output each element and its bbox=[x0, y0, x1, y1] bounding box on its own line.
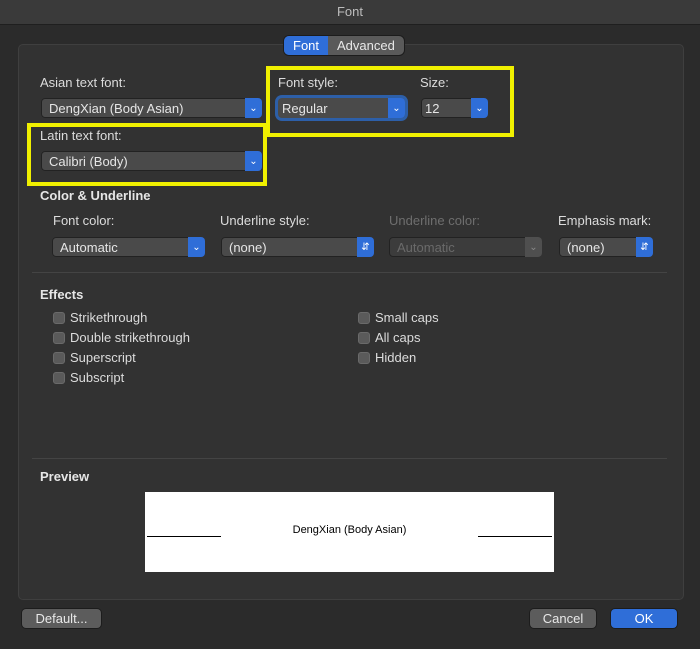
preview-heading: Preview bbox=[40, 469, 90, 484]
checkbox-box bbox=[358, 311, 370, 324]
color-underline-heading: Color & Underline bbox=[40, 188, 151, 203]
small-caps-label: Small caps bbox=[375, 310, 439, 325]
superscript-label: Superscript bbox=[70, 350, 136, 365]
asian-font-value: DengXian (Body Asian) bbox=[49, 101, 184, 116]
subscript-checkbox[interactable]: Subscript bbox=[53, 370, 124, 385]
divider bbox=[32, 458, 667, 459]
double-strikethrough-checkbox[interactable]: Double strikethrough bbox=[53, 330, 190, 345]
preview-baseline-left bbox=[147, 536, 221, 537]
font-color-label: Font color: bbox=[53, 213, 115, 228]
ok-button[interactable]: OK bbox=[611, 609, 677, 628]
hidden-checkbox[interactable]: Hidden bbox=[358, 350, 416, 365]
superscript-checkbox[interactable]: Superscript bbox=[53, 350, 136, 365]
all-caps-checkbox[interactable]: All caps bbox=[358, 330, 421, 345]
font-color-value: Automatic bbox=[60, 240, 118, 255]
divider bbox=[32, 272, 667, 273]
tab-bar: Font Advanced bbox=[284, 36, 404, 55]
checkbox-box bbox=[53, 351, 65, 364]
small-caps-checkbox[interactable]: Small caps bbox=[358, 310, 439, 325]
font-color-select[interactable]: Automatic ⌄ bbox=[52, 237, 205, 257]
cancel-button[interactable]: Cancel bbox=[530, 609, 596, 628]
checkbox-box bbox=[53, 371, 65, 384]
chevron-down-icon: ⌄ bbox=[188, 237, 205, 257]
window-title: Font bbox=[0, 0, 700, 25]
checkbox-box bbox=[358, 351, 370, 364]
chevron-down-icon: ⌄ bbox=[525, 237, 542, 257]
updown-chevron-icon: ⇵ bbox=[357, 237, 374, 257]
underline-style-label: Underline style: bbox=[220, 213, 310, 228]
default-button[interactable]: Default... bbox=[22, 609, 101, 628]
highlight-box-font-style-size bbox=[266, 66, 514, 137]
effects-heading: Effects bbox=[40, 287, 84, 302]
subscript-label: Subscript bbox=[70, 370, 125, 385]
asian-font-select[interactable]: DengXian (Body Asian) ⌄ bbox=[41, 98, 262, 118]
all-caps-label: All caps bbox=[375, 330, 421, 345]
underline-color-value: Automatic bbox=[397, 240, 455, 255]
asian-font-label: Asian text font: bbox=[40, 75, 126, 90]
chevron-down-icon: ⌄ bbox=[245, 98, 262, 118]
emphasis-mark-label: Emphasis mark: bbox=[558, 213, 652, 228]
checkbox-box bbox=[53, 331, 65, 344]
preview-box: DengXian (Body Asian) bbox=[145, 492, 554, 572]
preview-sample-text: DengXian (Body Asian) bbox=[292, 524, 407, 536]
strikethrough-checkbox[interactable]: Strikethrough bbox=[53, 310, 147, 325]
underline-style-value: (none) bbox=[229, 240, 267, 255]
preview-baseline-right bbox=[478, 536, 552, 537]
underline-color-select: Automatic ⌄ bbox=[389, 237, 542, 257]
emphasis-mark-select[interactable]: (none) ⇵ bbox=[559, 237, 653, 257]
hidden-label: Hidden bbox=[375, 350, 417, 365]
emphasis-mark-value: (none) bbox=[567, 240, 605, 255]
checkbox-box bbox=[53, 311, 65, 324]
tab-advanced[interactable]: Advanced bbox=[328, 36, 404, 55]
updown-chevron-icon: ⇵ bbox=[636, 237, 653, 257]
strikethrough-label: Strikethrough bbox=[70, 310, 148, 325]
underline-style-select[interactable]: (none) ⇵ bbox=[221, 237, 374, 257]
underline-color-label: Underline color: bbox=[389, 213, 481, 228]
highlight-box-latin-font bbox=[27, 123, 267, 186]
tab-font[interactable]: Font bbox=[284, 36, 329, 55]
double-strikethrough-label: Double strikethrough bbox=[70, 330, 190, 345]
checkbox-box bbox=[358, 331, 370, 344]
